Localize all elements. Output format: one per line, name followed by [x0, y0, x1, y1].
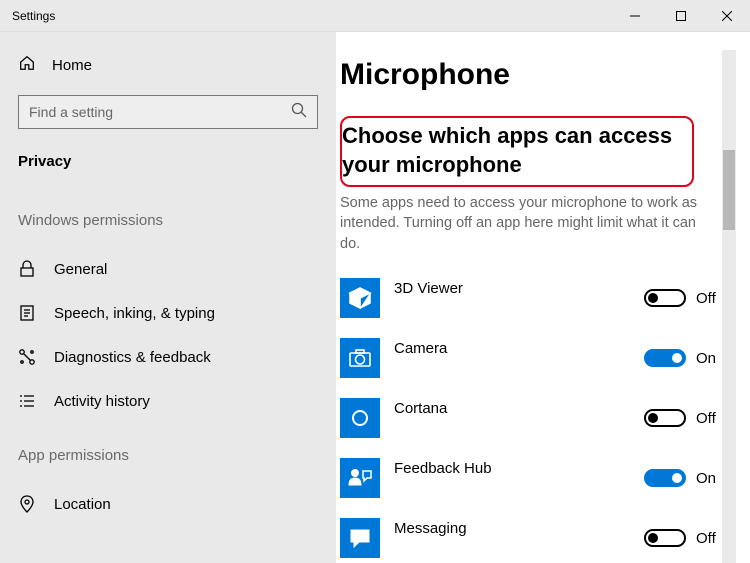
search-wrap: Find a setting: [0, 87, 336, 143]
toggle-label: Off: [696, 410, 722, 427]
scrollbar-thumb[interactable]: [723, 150, 735, 230]
clipboard-icon: [18, 304, 36, 322]
message-icon: [340, 518, 380, 558]
app-row: Cortana Off: [340, 388, 722, 448]
toggle-feedback-hub[interactable]: [644, 469, 686, 487]
sidebar-item-label: Speech, inking, & typing: [54, 305, 215, 322]
home-icon: [18, 54, 36, 77]
history-icon: [18, 392, 36, 410]
sidebar-section-app-permissions: App permissions: [0, 437, 336, 482]
toggle-wrap: On: [644, 349, 722, 367]
search-input[interactable]: Find a setting: [18, 95, 318, 129]
toggle-camera[interactable]: [644, 349, 686, 367]
app-name: Feedback Hub: [394, 458, 644, 477]
toggle-label: On: [696, 350, 722, 367]
circle-icon: [340, 398, 380, 438]
section-subheader: Choose which apps can access your microp…: [342, 122, 682, 179]
toggle-wrap: Off: [644, 529, 722, 547]
sidebar: Home Find a setting Privacy Windows perm…: [0, 32, 336, 563]
app-name: 3D Viewer: [394, 278, 644, 297]
sidebar-item-label: Location: [54, 496, 111, 513]
scrollbar[interactable]: [722, 50, 736, 563]
feedback-icon: [340, 458, 380, 498]
app-row: Feedback Hub On: [340, 448, 722, 508]
lock-icon: [18, 260, 36, 278]
settings-window: Settings Home Find a setting Privacy: [0, 0, 750, 563]
home-label: Home: [52, 57, 92, 74]
location-icon: [18, 495, 36, 513]
toggle-wrap: Off: [644, 409, 722, 427]
maximize-button[interactable]: [658, 0, 704, 32]
app-row: Camera On: [340, 328, 722, 388]
app-name: Cortana: [394, 398, 644, 417]
app-name: Messaging: [394, 518, 644, 537]
toggle-3d-viewer[interactable]: [644, 289, 686, 307]
section-description: Some apps need to access your microphone…: [340, 187, 720, 268]
page-title: Microphone: [340, 50, 722, 116]
toggle-wrap: Off: [644, 289, 722, 307]
sidebar-item-activity-history[interactable]: Activity history: [0, 379, 336, 423]
close-button[interactable]: [704, 0, 750, 32]
window-title: Settings: [12, 9, 55, 23]
toggle-label: On: [696, 470, 722, 487]
toggle-messaging[interactable]: [644, 529, 686, 547]
app-row: Messaging Off: [340, 508, 722, 563]
search-icon: [291, 102, 307, 123]
toggle-label: Off: [696, 290, 722, 307]
search-placeholder: Find a setting: [29, 104, 113, 120]
cube-icon: [340, 278, 380, 318]
titlebar: Settings: [0, 0, 750, 32]
sidebar-item-label: General: [54, 261, 107, 278]
toggle-wrap: On: [644, 469, 722, 487]
toggle-cortana[interactable]: [644, 409, 686, 427]
sidebar-section-windows-permissions: Windows permissions: [0, 202, 336, 247]
sidebar-item-speech-inking-typing[interactable]: Speech, inking, & typing: [0, 291, 336, 335]
app-name: Camera: [394, 338, 644, 357]
window-controls: [612, 0, 750, 32]
sidebar-item-general[interactable]: General: [0, 247, 336, 291]
diagnostics-icon: [18, 348, 36, 366]
home-button[interactable]: Home: [0, 46, 336, 87]
body: Home Find a setting Privacy Windows perm…: [0, 32, 750, 563]
minimize-button[interactable]: [612, 0, 658, 32]
toggle-label: Off: [696, 530, 722, 547]
content: Microphone Choose which apps can access …: [336, 50, 722, 563]
sidebar-item-location[interactable]: Location: [0, 482, 336, 526]
app-row: 3D Viewer Off: [340, 268, 722, 328]
highlight-annotation: Choose which apps can access your microp…: [340, 116, 694, 187]
sidebar-item-diagnostics-feedback[interactable]: Diagnostics & feedback: [0, 335, 336, 379]
sidebar-item-label: Activity history: [54, 393, 150, 410]
sidebar-category: Privacy: [0, 143, 336, 188]
camera-icon: [340, 338, 380, 378]
sidebar-item-label: Diagnostics & feedback: [54, 349, 211, 366]
main: Microphone Choose which apps can access …: [336, 32, 750, 563]
